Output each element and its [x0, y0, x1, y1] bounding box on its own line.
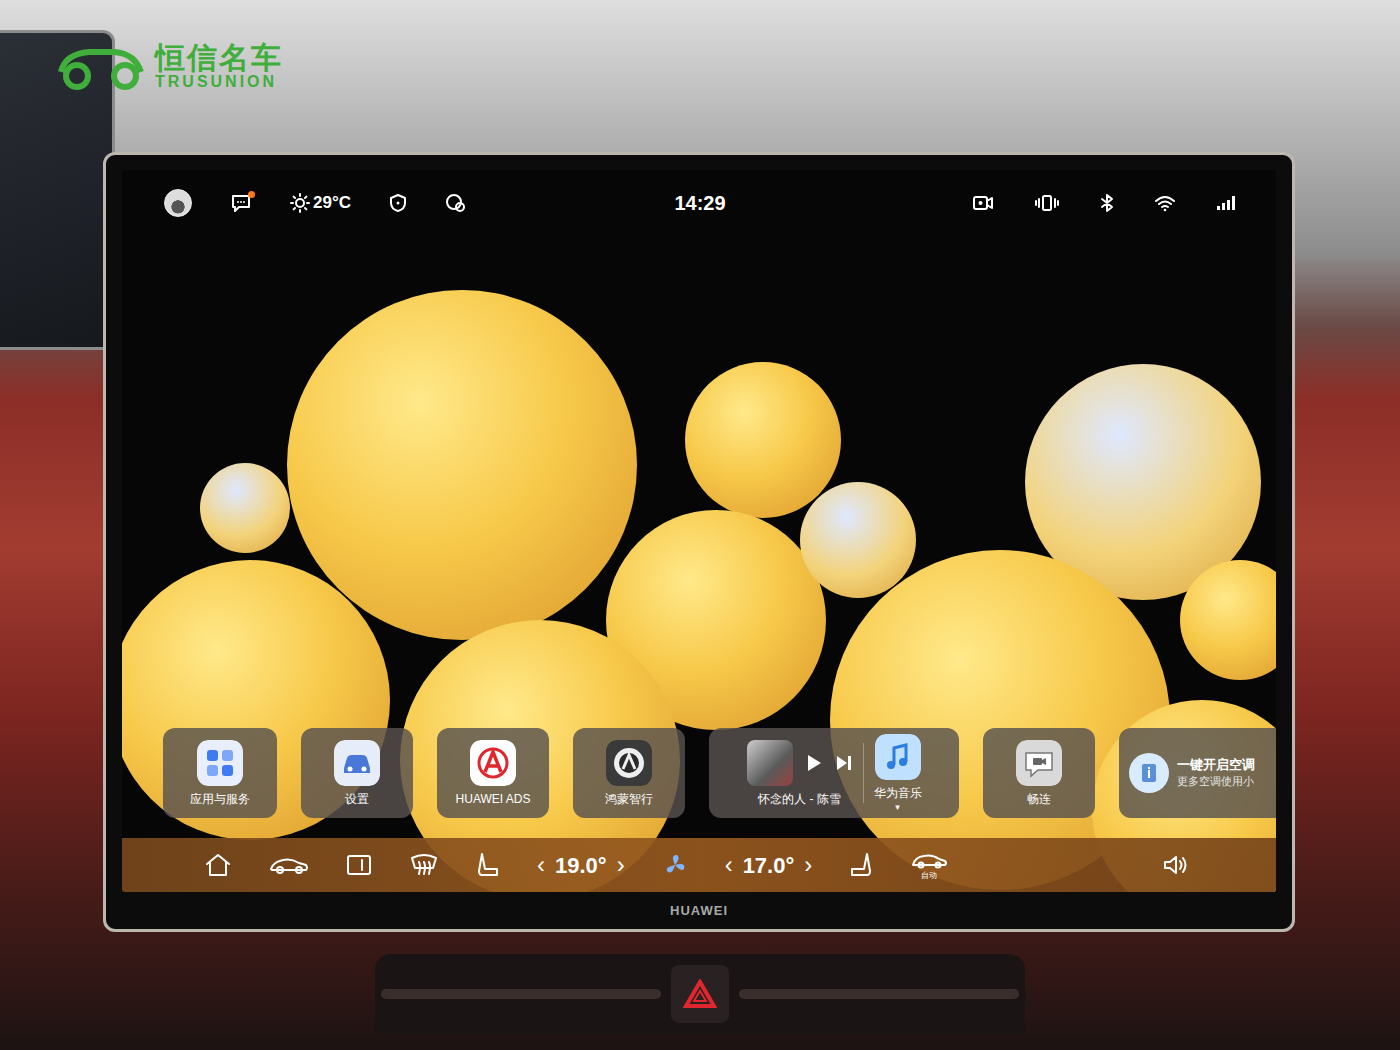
bluetooth-icon[interactable]	[1100, 193, 1114, 213]
status-bar: 29°C 14:29	[122, 170, 1276, 236]
auto-climate-button[interactable]: 自动	[910, 851, 948, 880]
emoji-face	[685, 362, 841, 518]
car-dashboard: 恒信名车TRUSUNION 29°C 14:29 应用与服务 设置 HUAWEI ADS 鸿…	[0, 0, 1400, 1050]
app-label: 应用与服务	[190, 792, 250, 806]
hazard-icon	[683, 979, 717, 1009]
music-note-icon	[875, 734, 921, 780]
chat-icon[interactable]	[230, 193, 252, 213]
watermark-logo: 恒信名车TRUSUNION	[55, 42, 283, 92]
car-icon[interactable]	[269, 854, 309, 876]
emoji-face	[287, 290, 637, 640]
app-tile[interactable]: 畅连	[983, 728, 1095, 818]
side-display	[0, 30, 115, 350]
changlian-icon	[1016, 740, 1062, 786]
apps-grid-icon	[197, 740, 243, 786]
app-label: 畅连	[1027, 792, 1051, 806]
emoji-face	[200, 463, 290, 553]
fan-icon[interactable]	[662, 852, 688, 878]
temperature-value: 19.0°	[555, 849, 607, 882]
watermark-latin: TRUSUNION	[155, 73, 283, 91]
divider	[863, 743, 864, 803]
next-track-icon[interactable]	[835, 753, 853, 773]
increase-temp-button[interactable]: ›	[804, 847, 812, 883]
app-label: HUAWEI ADS	[456, 792, 531, 806]
wallpaper	[122, 170, 1276, 892]
status-right	[726, 193, 1236, 213]
driver-temperature: ‹ 19.0° ›	[537, 847, 625, 883]
shield-icon[interactable]	[389, 193, 407, 213]
vent-slat	[381, 989, 661, 999]
signal-icon	[1216, 195, 1236, 211]
now-playing[interactable]: 怀念的人 - 陈雪	[737, 740, 863, 806]
huawei-ads-icon	[470, 740, 516, 786]
app-label: 华为音乐	[874, 786, 922, 800]
emoji-face	[800, 482, 916, 598]
temperature-text: 29°C	[313, 190, 351, 216]
increase-temp-button[interactable]: ›	[617, 847, 625, 883]
harmony-mobility-icon	[606, 740, 652, 786]
window-icon[interactable]	[346, 853, 372, 877]
ac-title: 一键开启空调	[1177, 757, 1255, 774]
brand-label: HUAWEI	[122, 892, 1276, 929]
wifi-icon[interactable]	[1154, 194, 1176, 212]
air-vent	[375, 954, 1025, 1034]
camera-icon[interactable]	[972, 194, 994, 212]
home-icon[interactable]	[204, 852, 232, 878]
clock-time: 14:29	[674, 188, 725, 218]
defrost-icon[interactable]	[409, 852, 439, 878]
passenger-seat-icon[interactable]	[849, 852, 873, 878]
music-app[interactable]: 华为音乐 ▾	[864, 734, 932, 811]
dock: 应用与服务 设置 HUAWEI ADS 鸿蒙智行 怀念的人 - 陈雪 华为音乐 ▾ 畅连 一键开…	[122, 728, 1276, 818]
decrease-temp-button[interactable]: ‹	[537, 847, 545, 883]
weather: 29°C	[290, 190, 351, 216]
app-tile[interactable]: 鸿蒙智行	[573, 728, 685, 818]
car-logo-icon	[55, 42, 147, 92]
watermark-text: 恒信名车TRUSUNION	[155, 43, 283, 91]
display: 29°C 14:29 应用与服务 设置 HUAWEI ADS 鸿蒙智行 怀念的人 - 陈雪 华…	[122, 170, 1276, 892]
app-tile[interactable]: 设置	[301, 728, 413, 818]
dropdown-indicator[interactable]: ▾	[895, 803, 900, 812]
hazard-button[interactable]	[671, 965, 729, 1023]
temperature-value: 17.0°	[743, 849, 795, 882]
ac-card[interactable]: 一键开启空调更多空调使用小	[1119, 728, 1276, 818]
music-widget[interactable]: 怀念的人 - 陈雪 华为音乐 ▾	[709, 728, 959, 818]
vent-slat	[739, 989, 1019, 999]
passenger-temperature: ‹ 17.0° ›	[725, 847, 813, 883]
album-cover	[747, 740, 793, 786]
console	[0, 954, 1400, 1034]
screen-bezel: 29°C 14:29 应用与服务 设置 HUAWEI ADS 鸿蒙智行 怀念的人 - 陈雪 华…	[103, 152, 1295, 932]
settings-car-icon	[334, 740, 380, 786]
decrease-temp-button[interactable]: ‹	[725, 847, 733, 883]
vibrate-icon[interactable]	[1034, 194, 1060, 212]
app-tile[interactable]: 应用与服务	[163, 728, 277, 818]
media-controls	[747, 740, 853, 786]
ac-subtitle: 更多空调使用小	[1177, 774, 1255, 788]
volume-icon[interactable]	[1162, 853, 1190, 877]
watermark-name: 恒信名车	[155, 43, 283, 73]
ac-info-icon	[1129, 753, 1169, 793]
app-tile[interactable]: HUAWEI ADS	[437, 728, 549, 818]
app-label: 设置	[345, 792, 369, 806]
app-label: 鸿蒙智行	[605, 792, 653, 806]
song-title: 怀念的人 - 陈雪	[758, 792, 841, 806]
car-auto-icon	[910, 851, 948, 871]
climate-bar: ‹ 19.0° › ‹ 17.0° › 自动	[122, 838, 1276, 892]
avatar-icon[interactable]	[164, 189, 192, 217]
auto-label: 自动	[921, 872, 937, 880]
wheel-lock-icon[interactable]	[445, 193, 467, 213]
seat-icon[interactable]	[476, 852, 500, 878]
ac-text: 一键开启空调更多空调使用小	[1177, 757, 1255, 788]
unread-dot	[248, 191, 255, 198]
sun-icon	[290, 193, 310, 213]
status-left: 29°C	[164, 189, 674, 217]
play-icon[interactable]	[805, 753, 823, 773]
